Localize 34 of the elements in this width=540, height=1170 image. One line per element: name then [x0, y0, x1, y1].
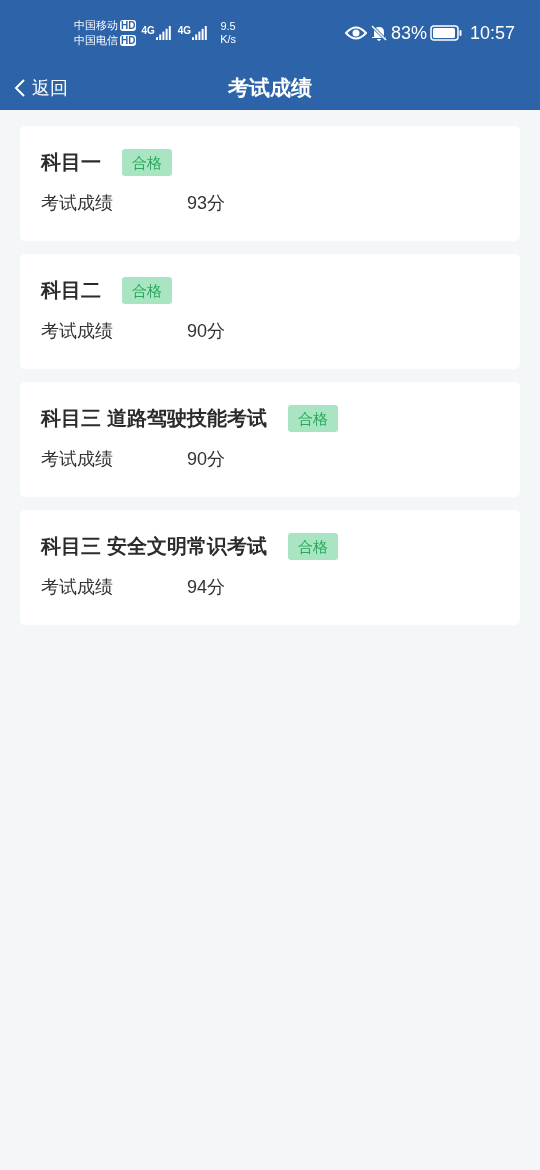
- score-label: 考试成绩: [41, 320, 114, 343]
- subject-title: 科目三 道路驾驶技能考试: [41, 406, 267, 431]
- pass-badge: 合格: [122, 276, 172, 304]
- speed-unit: K/s: [220, 33, 237, 46]
- pass-badge: 合格: [287, 404, 338, 432]
- subject-title: 科目一: [41, 150, 101, 175]
- battery-percent: 83%: [390, 21, 427, 45]
- score-value: 90分: [187, 448, 226, 471]
- network-speed: 9.5: [220, 20, 236, 33]
- subject-title: 科目二: [41, 278, 101, 303]
- eye-icon: [344, 26, 367, 40]
- signal-icon: [155, 26, 172, 40]
- battery-icon: [429, 25, 462, 41]
- pass-badge: 合格: [287, 532, 338, 560]
- page-title: 考试成绩: [228, 75, 312, 102]
- chevron-left-icon: [14, 78, 26, 98]
- score-value: 94分: [187, 576, 226, 599]
- score-label: 考试成绩: [41, 576, 114, 599]
- pass-badge: 合格: [122, 148, 172, 176]
- carrier-name: 中国移动: [74, 18, 118, 33]
- carrier-name: 中国电信: [74, 33, 118, 48]
- network-type: 4G: [177, 26, 192, 36]
- hd-badge: HD: [120, 20, 137, 31]
- network-type: 4G: [141, 26, 155, 36]
- clock: 10:57: [469, 21, 515, 45]
- score-label: 考试成绩: [41, 192, 114, 215]
- score-value: 93分: [187, 192, 226, 215]
- hd-badge: HD: [120, 35, 137, 46]
- back-button[interactable]: 返回: [14, 66, 68, 110]
- muted-bell-icon: [369, 24, 388, 42]
- score-value: 90分: [187, 320, 226, 343]
- signal-icon: [192, 26, 209, 40]
- subject-title: 科目三 安全文明常识考试: [41, 534, 267, 559]
- score-label: 考试成绩: [41, 448, 114, 471]
